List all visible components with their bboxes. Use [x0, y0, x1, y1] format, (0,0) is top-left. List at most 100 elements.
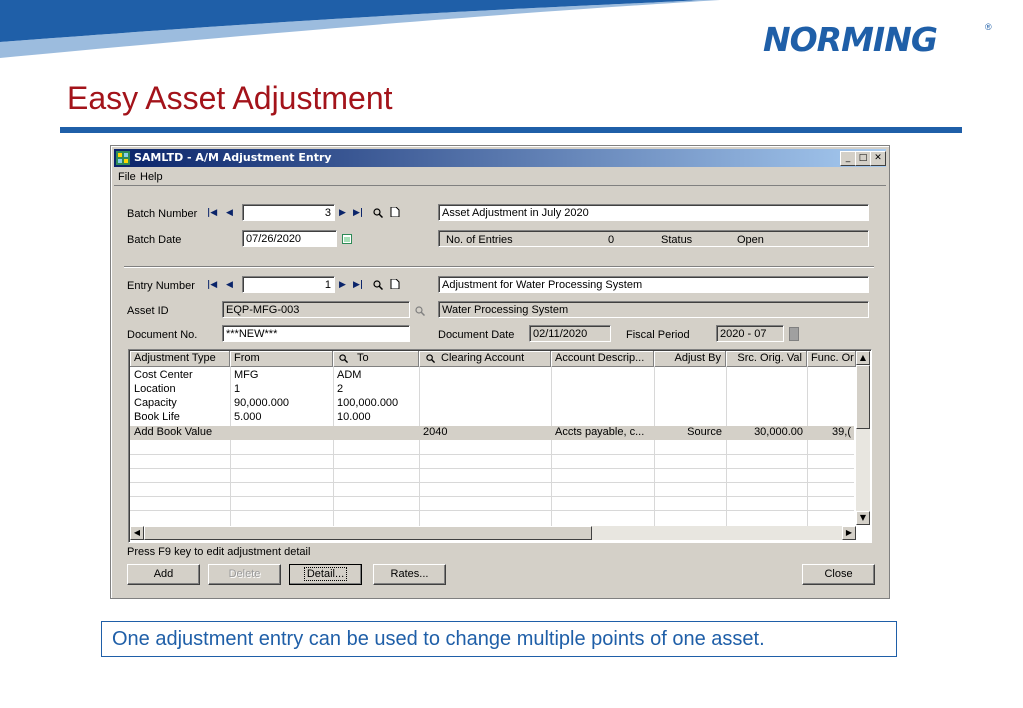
cell-from: 1 [234, 383, 241, 395]
grid-header: Adjustment Type From To Clearing Account… [130, 351, 870, 367]
entry-description-field[interactable]: Adjustment for Water Processing System [438, 276, 869, 293]
prev-entry-icon[interactable]: ◀ [226, 280, 233, 290]
batch-number-field[interactable]: 3 [242, 204, 335, 221]
app-icon [116, 151, 130, 165]
batch-finder-icon[interactable] [373, 208, 383, 218]
col-src-orig-val[interactable]: Src. Orig. Val [726, 351, 807, 366]
entry-finder-icon[interactable] [373, 280, 383, 290]
col-from[interactable]: From [230, 351, 333, 366]
add-button[interactable]: Add [127, 564, 200, 585]
detail-button[interactable]: Detail... [289, 564, 362, 585]
next-batch-icon[interactable]: ▶ [339, 208, 346, 218]
cell-to: 10.000 [337, 411, 371, 423]
col-func-orig[interactable]: Func. Or [807, 351, 856, 366]
entry-number-field[interactable]: 1 [242, 276, 335, 293]
menu-bar: File Help [114, 169, 886, 186]
asset-id-label: Asset ID [127, 305, 169, 317]
col-adjust-by[interactable]: Adjust By [654, 351, 726, 366]
new-entry-icon[interactable] [390, 279, 400, 289]
batch-date-field[interactable]: 07/26/2020 [242, 230, 337, 247]
horizontal-scroll-thumb[interactable] [144, 526, 592, 540]
grid-line [130, 496, 854, 497]
section-separator [124, 266, 874, 268]
col-adjustment-type[interactable]: Adjustment Type [130, 351, 230, 366]
cell-from: 90,000.000 [234, 397, 290, 409]
table-row[interactable]: Book Life 5.000 10.000 [130, 411, 854, 425]
window-titlebar[interactable]: SAMLTD - A/M Adjustment Entry _ □ ✕ [114, 149, 886, 167]
close-window-button[interactable]: ✕ [870, 151, 886, 166]
hint-text: Press F9 key to edit adjustment detail [127, 546, 311, 558]
col-account-description[interactable]: Account Descrip... [551, 351, 654, 366]
batch-date-label: Batch Date [127, 234, 182, 246]
scroll-left-icon[interactable]: ◀ [130, 526, 144, 540]
to-finder-icon[interactable] [339, 354, 348, 363]
col-clearing-label: Clearing Account [441, 352, 525, 364]
next-entry-icon[interactable]: ▶ [339, 280, 346, 290]
entry-number-label: Entry Number [127, 280, 195, 292]
minimize-button[interactable]: _ [840, 151, 856, 166]
batch-description-field[interactable]: Asset Adjustment in July 2020 [438, 204, 869, 221]
table-row[interactable]: Capacity 90,000.000 100,000.000 [130, 397, 854, 411]
scroll-down-icon[interactable]: ▼ [856, 511, 870, 525]
cell-type: Add Book Value [134, 426, 213, 438]
table-row[interactable]: Location 1 2 [130, 383, 854, 397]
table-row[interactable]: Cost Center MFG ADM [130, 369, 854, 383]
cell-type: Cost Center [134, 369, 193, 381]
status-label: Status [661, 234, 693, 246]
cell-to: 100,000.000 [337, 397, 399, 409]
menu-help[interactable]: Help [140, 171, 163, 183]
fiscal-period-label: Fiscal Period [626, 329, 690, 341]
menu-file[interactable]: File [118, 171, 136, 183]
rates-button[interactable]: Rates... [373, 564, 446, 585]
grid-line [130, 510, 854, 511]
last-entry-icon[interactable]: ▶| [353, 280, 363, 290]
fiscal-period-field: 2020 - 07 [716, 325, 784, 342]
cell-type: Location [134, 383, 176, 395]
document-date-field: 02/11/2020 [529, 325, 611, 342]
cell-func-orig: 39,( [832, 426, 851, 438]
batch-number-label: Batch Number [127, 208, 198, 220]
registered-mark: ® [985, 22, 992, 32]
adjustment-grid[interactable]: Adjustment Type From To Clearing Account… [128, 349, 872, 543]
document-number-label: Document No. [127, 329, 198, 341]
vertical-scrollbar[interactable]: ▲ ▼ [856, 351, 870, 525]
cell-adjust-by: Source [687, 426, 722, 438]
clearing-finder-icon[interactable] [426, 354, 435, 363]
maximize-button[interactable]: □ [855, 151, 871, 166]
entries-value: 0 [608, 234, 615, 246]
cell-to: ADM [337, 369, 362, 381]
table-row-selected[interactable]: Add Book Value 2040 Accts payable, c... … [130, 426, 854, 440]
grid-line [130, 482, 854, 483]
asset-id-field[interactable]: EQP-MFG-003 [222, 301, 410, 318]
asset-finder-icon[interactable] [415, 306, 425, 316]
detail-button-label: Detail... [303, 567, 348, 581]
scroll-up-icon[interactable]: ▲ [856, 351, 870, 365]
title-rule [60, 127, 962, 133]
first-entry-icon[interactable]: |◀ [207, 280, 217, 290]
cell-type: Book Life [134, 411, 180, 423]
new-batch-icon[interactable] [390, 207, 400, 217]
period-indicator [789, 327, 799, 341]
col-clearing-account[interactable]: Clearing Account [419, 351, 551, 366]
scroll-right-icon[interactable]: ▶ [842, 526, 856, 540]
status-value: Open [737, 234, 764, 246]
close-button[interactable]: Close [802, 564, 875, 585]
cell-from: 5.000 [234, 411, 262, 423]
vertical-scroll-thumb[interactable] [856, 365, 870, 429]
norming-logo: NORMING [763, 20, 938, 59]
col-to-label: To [357, 352, 369, 364]
grid-line [130, 468, 854, 469]
cell-to: 2 [337, 383, 344, 395]
asset-description-field: Water Processing System [438, 301, 869, 318]
grid-line [130, 454, 854, 455]
cell-type: Capacity [134, 397, 177, 409]
document-number-field[interactable]: ***NEW*** [222, 325, 410, 342]
calendar-icon[interactable] [342, 234, 352, 244]
delete-button[interactable]: Delete [208, 564, 281, 585]
first-batch-icon[interactable]: |◀ [207, 208, 217, 218]
prev-batch-icon[interactable]: ◀ [226, 208, 233, 218]
entries-label: No. of Entries [446, 234, 513, 246]
slide-caption: One adjustment entry can be used to chan… [101, 621, 897, 657]
last-batch-icon[interactable]: ▶| [353, 208, 363, 218]
horizontal-scrollbar[interactable]: ◀ ▶ [130, 526, 856, 540]
